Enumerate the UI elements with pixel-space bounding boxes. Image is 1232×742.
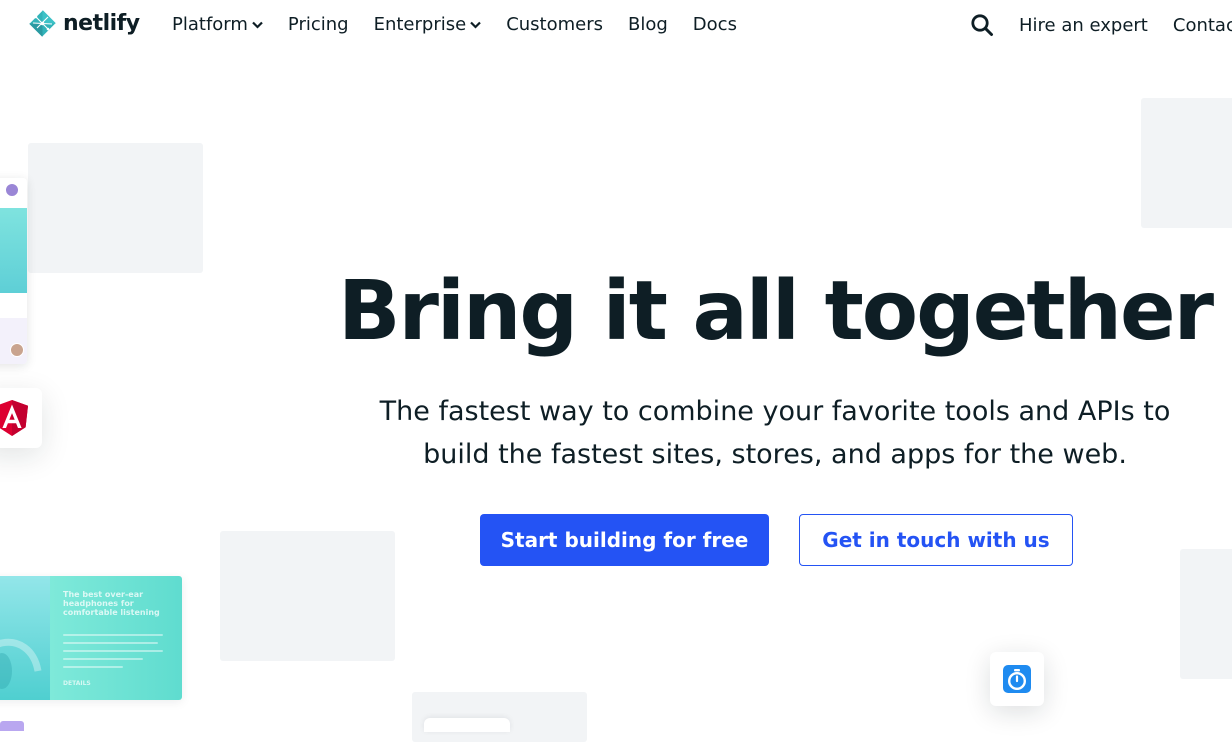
netlify-logo-icon <box>28 9 57 38</box>
text-line <box>63 642 158 644</box>
decorative-chip <box>424 718 510 732</box>
headphones-image <box>0 576 50 700</box>
nav-item-hire-expert[interactable]: Hire an expert <box>1019 15 1148 36</box>
nav-item-docs[interactable]: Docs <box>693 14 737 35</box>
nav-item-blog[interactable]: Blog <box>628 14 668 35</box>
chevron-down-icon <box>470 21 481 29</box>
app-preview-footer <box>0 318 27 364</box>
app-preview-card <box>0 178 27 364</box>
placeholder-tile <box>1180 549 1232 679</box>
decorative-chip <box>0 721 24 731</box>
nav-label: Hire an expert <box>1019 14 1148 36</box>
hero-section: Bring it all together The fastest way to… <box>330 262 1220 476</box>
nav-item-enterprise[interactable]: Enterprise <box>374 14 482 35</box>
text-line <box>63 650 163 652</box>
start-building-button[interactable]: Start building for free <box>480 514 769 566</box>
nav-label: Docs <box>692 14 737 35</box>
placeholder-tile <box>412 692 587 742</box>
stopwatch-icon <box>1003 665 1031 693</box>
text-line <box>63 658 143 660</box>
top-navigation: netlify Platform Pricing Enterprise Cust… <box>0 0 1232 52</box>
nav-label: Pricing <box>287 14 349 35</box>
netlify-logo[interactable]: netlify <box>28 9 140 38</box>
avatar <box>10 343 24 357</box>
hero-cta-group: Start building for free Get in touch wit… <box>480 514 1073 566</box>
chevron-down-icon <box>252 21 263 29</box>
nav-label: Customers <box>506 14 603 35</box>
timer-integration-tile <box>990 652 1044 706</box>
avatar <box>5 183 19 197</box>
contact-sales-button[interactable]: Get in touch with us <box>799 514 1073 566</box>
main-menu: Platform Pricing Enterprise Customers Bl… <box>172 14 762 35</box>
nav-item-customers[interactable]: Customers <box>506 14 603 35</box>
nav-right-group: Hire an expert Contact <box>970 13 1232 37</box>
search-icon[interactable] <box>970 13 994 37</box>
text-line <box>63 666 123 668</box>
angular-integration-tile <box>0 388 42 448</box>
nav-item-contact[interactable]: Contact <box>1173 15 1232 36</box>
brand-name: netlify <box>63 11 140 36</box>
nav-label: Blog <box>628 14 668 35</box>
nav-item-pricing[interactable]: Pricing <box>288 14 349 35</box>
product-preview-card: The best over-ear headphones for comfort… <box>0 576 182 700</box>
product-card-footer: DETAILS <box>63 680 91 687</box>
product-card-headline: The best over-ear headphones for comfort… <box>63 590 160 617</box>
hero-title: Bring it all together <box>337 264 1214 359</box>
placeholder-tile <box>28 143 203 273</box>
nav-label: Enterprise <box>373 14 467 35</box>
placeholder-tile <box>220 531 395 661</box>
text-line <box>63 634 163 636</box>
angular-logo-icon <box>0 400 28 436</box>
app-preview-banner <box>0 208 27 293</box>
nav-item-platform[interactable]: Platform <box>172 14 263 35</box>
nav-label: Contact <box>1172 14 1232 36</box>
nav-label: Platform <box>172 14 248 35</box>
hero-subtitle: The fastest way to combine your favorite… <box>379 396 1171 470</box>
placeholder-tile <box>1141 98 1232 228</box>
